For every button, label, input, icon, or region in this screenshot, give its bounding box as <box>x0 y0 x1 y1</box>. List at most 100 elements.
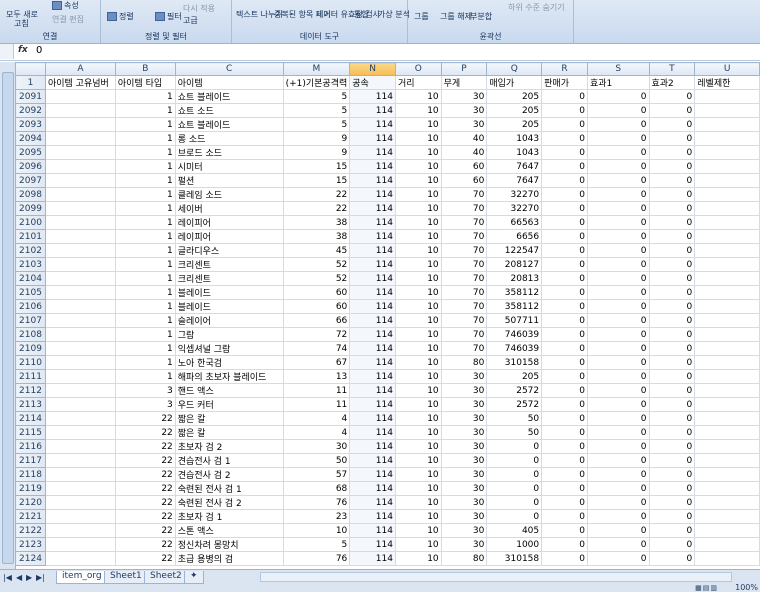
cell-B[interactable]: 1 <box>114 243 176 258</box>
cell-P[interactable]: 30 <box>440 509 488 524</box>
cell-M[interactable]: 5 <box>282 117 351 132</box>
cell-O[interactable]: 10 <box>394 551 442 566</box>
cell-C[interactable]: 짧은 칼 <box>174 411 284 426</box>
cell-U[interactable] <box>694 159 760 174</box>
row-header[interactable]: 2113 <box>15 397 46 412</box>
cell-O[interactable]: 10 <box>394 173 442 188</box>
cell-B[interactable]: 1 <box>114 299 176 314</box>
cell-O[interactable]: 10 <box>394 201 442 216</box>
cell-N[interactable]: 114 <box>349 327 396 342</box>
row-header[interactable]: 2112 <box>15 383 46 398</box>
cell-P[interactable]: 무게 <box>440 75 488 90</box>
row-header[interactable]: 2116 <box>15 439 46 454</box>
cell-B[interactable]: 1 <box>114 327 176 342</box>
cell-S[interactable]: 0 <box>586 257 650 272</box>
cell-O[interactable]: 10 <box>394 453 442 468</box>
cell-Q[interactable]: 7647 <box>486 173 543 188</box>
cell-M[interactable]: 76 <box>282 551 351 566</box>
cell-U[interactable] <box>694 397 760 412</box>
row-header[interactable]: 2107 <box>15 313 46 328</box>
cell-O[interactable]: 10 <box>394 229 442 244</box>
cell-T[interactable]: 0 <box>648 537 696 552</box>
row-header[interactable]: 2098 <box>15 187 46 202</box>
cell-P[interactable]: 80 <box>440 355 488 370</box>
column-header-C[interactable]: C <box>174 62 284 76</box>
cell-R[interactable]: 0 <box>541 495 588 510</box>
cell-C[interactable]: 쇼트 블레이드 <box>174 89 284 104</box>
cell-U[interactable] <box>694 89 760 104</box>
row-header[interactable]: 2114 <box>15 411 46 426</box>
cell-A[interactable] <box>44 173 116 188</box>
cell-P[interactable]: 70 <box>440 187 488 202</box>
cell-S[interactable]: 0 <box>586 509 650 524</box>
cell-B[interactable]: 1 <box>114 229 176 244</box>
cell-P[interactable]: 30 <box>440 495 488 510</box>
properties-button[interactable]: 속성 <box>52 1 79 10</box>
filter-button[interactable]: 필터 <box>155 12 182 21</box>
cell-C[interactable]: 아이템 <box>174 75 284 90</box>
cell-P[interactable]: 70 <box>440 243 488 258</box>
row-header[interactable]: 2103 <box>15 257 46 272</box>
cell-C[interactable]: 쇼트 소드 <box>174 103 284 118</box>
cell-R[interactable]: 0 <box>541 159 588 174</box>
cell-N[interactable]: 공속 <box>349 75 396 90</box>
cell-A[interactable] <box>44 299 116 314</box>
cell-U[interactable] <box>694 341 760 356</box>
cell-U[interactable] <box>694 481 760 496</box>
row-header[interactable]: 2094 <box>15 131 46 146</box>
cell-N[interactable]: 114 <box>349 313 396 328</box>
cell-N[interactable]: 114 <box>349 495 396 510</box>
cell-T[interactable]: 0 <box>648 89 696 104</box>
cell-Q[interactable]: 205 <box>486 103 543 118</box>
cell-B[interactable]: 1 <box>114 201 176 216</box>
cell-R[interactable]: 0 <box>541 229 588 244</box>
cell-Q[interactable]: 358112 <box>486 285 543 300</box>
cell-U[interactable] <box>694 103 760 118</box>
cell-B[interactable]: 22 <box>114 495 176 510</box>
cell-N[interactable]: 114 <box>349 341 396 356</box>
cell-A[interactable] <box>44 481 116 496</box>
column-header-B[interactable]: B <box>114 62 176 76</box>
cell-O[interactable]: 10 <box>394 397 442 412</box>
cell-A[interactable] <box>44 551 116 566</box>
cell-U[interactable] <box>694 411 760 426</box>
cell-N[interactable]: 114 <box>349 243 396 258</box>
cell-C[interactable]: 초보자 검 2 <box>174 439 284 454</box>
cell-N[interactable]: 114 <box>349 117 396 132</box>
cell-S[interactable]: 0 <box>586 523 650 538</box>
cell-N[interactable]: 114 <box>349 285 396 300</box>
cell-U[interactable] <box>694 285 760 300</box>
cell-T[interactable]: 0 <box>648 187 696 202</box>
cell-S[interactable]: 0 <box>586 439 650 454</box>
cell-O[interactable]: 10 <box>394 439 442 454</box>
cell-B[interactable]: 1 <box>114 159 176 174</box>
cell-N[interactable]: 114 <box>349 187 396 202</box>
cell-P[interactable]: 70 <box>440 299 488 314</box>
cell-O[interactable]: 10 <box>394 341 442 356</box>
cell-A[interactable]: 아이템 고유넘버 <box>44 75 116 90</box>
cell-A[interactable] <box>44 425 116 440</box>
cell-N[interactable]: 114 <box>349 537 396 552</box>
cell-R[interactable]: 0 <box>541 383 588 398</box>
cell-M[interactable]: 10 <box>282 523 351 538</box>
cell-T[interactable]: 0 <box>648 313 696 328</box>
cell-T[interactable]: 0 <box>648 495 696 510</box>
cell-C[interactable]: 펄션 <box>174 173 284 188</box>
cell-M[interactable]: 45 <box>282 243 351 258</box>
cell-M[interactable]: 9 <box>282 131 351 146</box>
cell-B[interactable]: 1 <box>114 173 176 188</box>
cell-Q[interactable]: 208127 <box>486 257 543 272</box>
row-header[interactable]: 2115 <box>15 425 46 440</box>
hide-detail-button[interactable]: 하위 수준 숨기기 <box>508 3 565 12</box>
cell-R[interactable]: 0 <box>541 481 588 496</box>
cell-B[interactable]: 1 <box>114 89 176 104</box>
cell-R[interactable]: 0 <box>541 523 588 538</box>
cell-R[interactable]: 0 <box>541 425 588 440</box>
cell-B[interactable]: 1 <box>114 117 176 132</box>
cell-U[interactable] <box>694 425 760 440</box>
prev-sheet-icon[interactable]: ◀ <box>16 573 22 582</box>
cell-U[interactable]: 레벨제한 <box>694 75 760 90</box>
cell-B[interactable]: 3 <box>114 397 176 412</box>
cell-N[interactable]: 114 <box>349 89 396 104</box>
cell-S[interactable]: 0 <box>586 145 650 160</box>
